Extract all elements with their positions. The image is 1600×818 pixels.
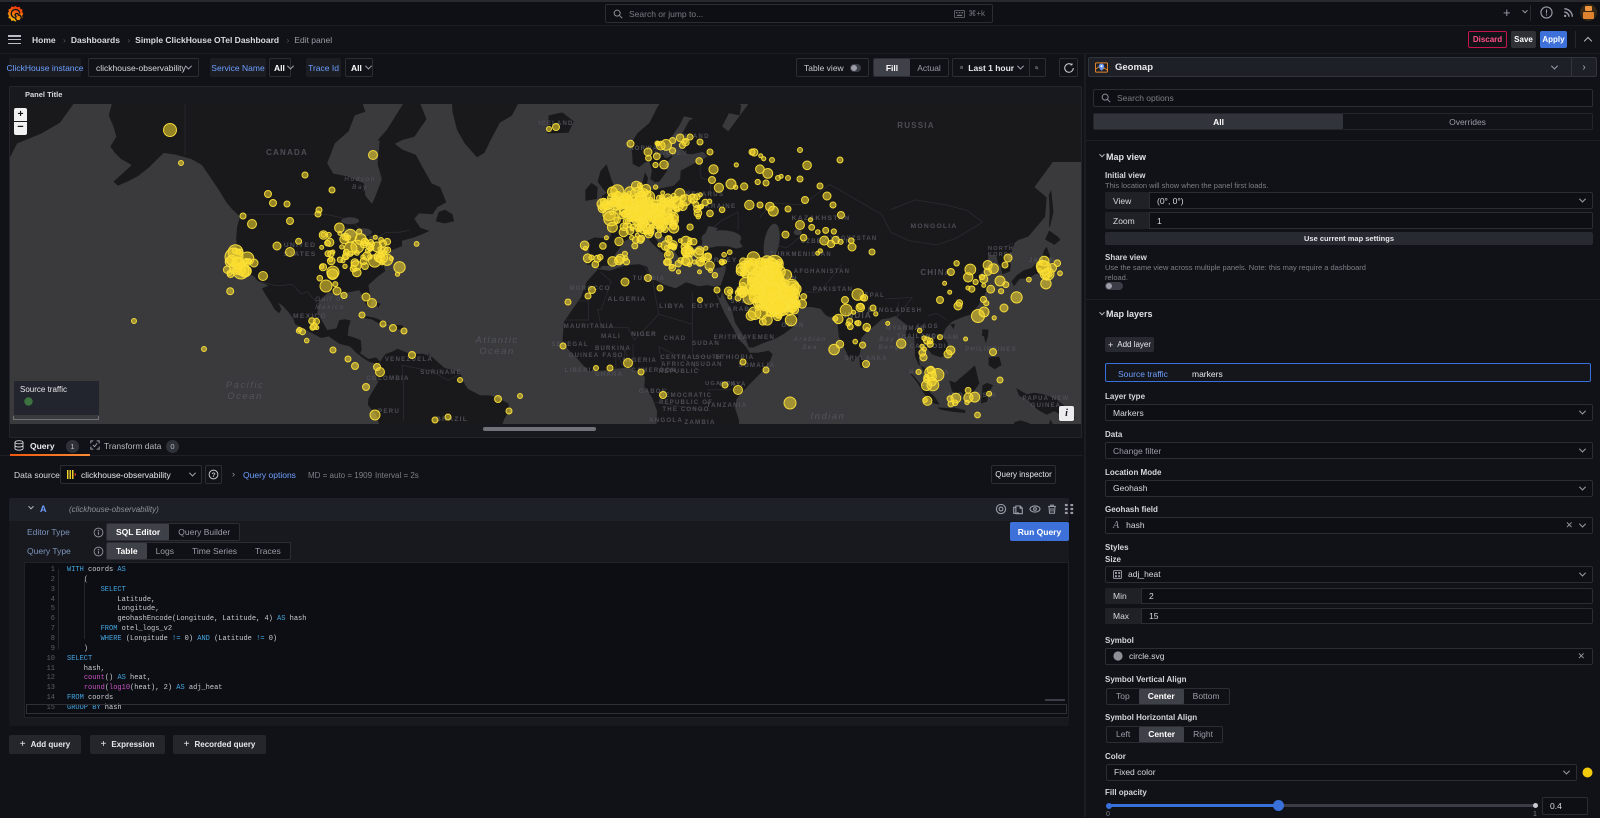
svg-text:AFGHANISTAN: AFGHANISTAN (794, 269, 850, 275)
svg-text:LIBYA: LIBYA (659, 303, 685, 310)
svg-text:CANADA: CANADA (266, 148, 308, 157)
svg-text:FASO: FASO (602, 353, 623, 359)
svg-text:!: ! (1545, 7, 1548, 17)
svg-text:Bay: Bay (352, 184, 368, 191)
svg-text:Pacific: Pacific (226, 380, 264, 391)
svg-text:Atlantic: Atlantic (474, 335, 518, 346)
svg-text:Indian: Indian (811, 411, 846, 422)
svg-text:CENTRAL: CENTRAL (660, 355, 697, 361)
svg-text:UGANDA: UGANDA (705, 381, 737, 387)
svg-text:Hudson: Hudson (344, 176, 375, 183)
svg-text:MAURITANIA: MAURITANIA (564, 323, 615, 330)
svg-text:Gulf of: Gulf of (315, 296, 345, 303)
svg-text:Arabian: Arabian (793, 336, 827, 343)
svg-text:SUDAN: SUDAN (695, 362, 722, 368)
svg-text:SENEGAL: SENEGAL (551, 342, 588, 348)
svg-text:?: ? (211, 472, 215, 479)
svg-text:MALI: MALI (601, 333, 621, 340)
svg-text:YEMEN: YEMEN (747, 334, 775, 341)
svg-text:BURKINA: BURKINA (595, 346, 631, 352)
svg-text:PERU: PERU (378, 408, 400, 415)
svg-text:RUSSIA: RUSSIA (897, 121, 934, 130)
svg-text:BRAZIL: BRAZIL (436, 416, 468, 423)
svg-text:SURINAME: SURINAME (420, 370, 462, 376)
svg-text:Ocean: Ocean (227, 391, 263, 402)
svg-text:Ocean: Ocean (479, 346, 515, 357)
svg-text:THE CONGO: THE CONGO (662, 407, 709, 413)
svg-text:PAPUA NEW: PAPUA NEW (1023, 396, 1070, 402)
svg-text:SOUTH: SOUTH (696, 355, 723, 361)
svg-text:MONGOLIA: MONGOLIA (911, 223, 958, 230)
svg-text:EGYPT: EGYPT (691, 303, 720, 310)
svg-text:Mexico: Mexico (315, 304, 345, 311)
svg-text:SUDAN: SUDAN (692, 340, 720, 347)
svg-text:REPUBLIC OF: REPUBLIC OF (659, 400, 713, 406)
svg-text:GUINEA: GUINEA (1031, 403, 1062, 409)
svg-text:LIBERIA: LIBERIA (565, 368, 597, 374)
svg-text:ANGOLA: ANGOLA (649, 417, 683, 424)
svg-text:NIGER: NIGER (631, 331, 657, 338)
svg-text:Sea: Sea (802, 344, 818, 351)
svg-text:ALGERIA: ALGERIA (608, 296, 647, 303)
svg-text:ERITREA: ERITREA (714, 335, 749, 341)
svg-text:GHANA: GHANA (595, 372, 623, 378)
svg-text:ZAMBIA: ZAMBIA (684, 419, 715, 424)
svg-text:PAKISTAN: PAKISTAN (813, 286, 853, 293)
svg-text:CHAD: CHAD (664, 335, 687, 342)
svg-text:GUINEA: GUINEA (569, 353, 600, 359)
svg-text:TANZANIA: TANZANIA (707, 402, 748, 409)
svg-text:COLOMBIA: COLOMBIA (366, 375, 409, 382)
svg-text:DEMOCRATIC: DEMOCRATIC (660, 393, 712, 399)
